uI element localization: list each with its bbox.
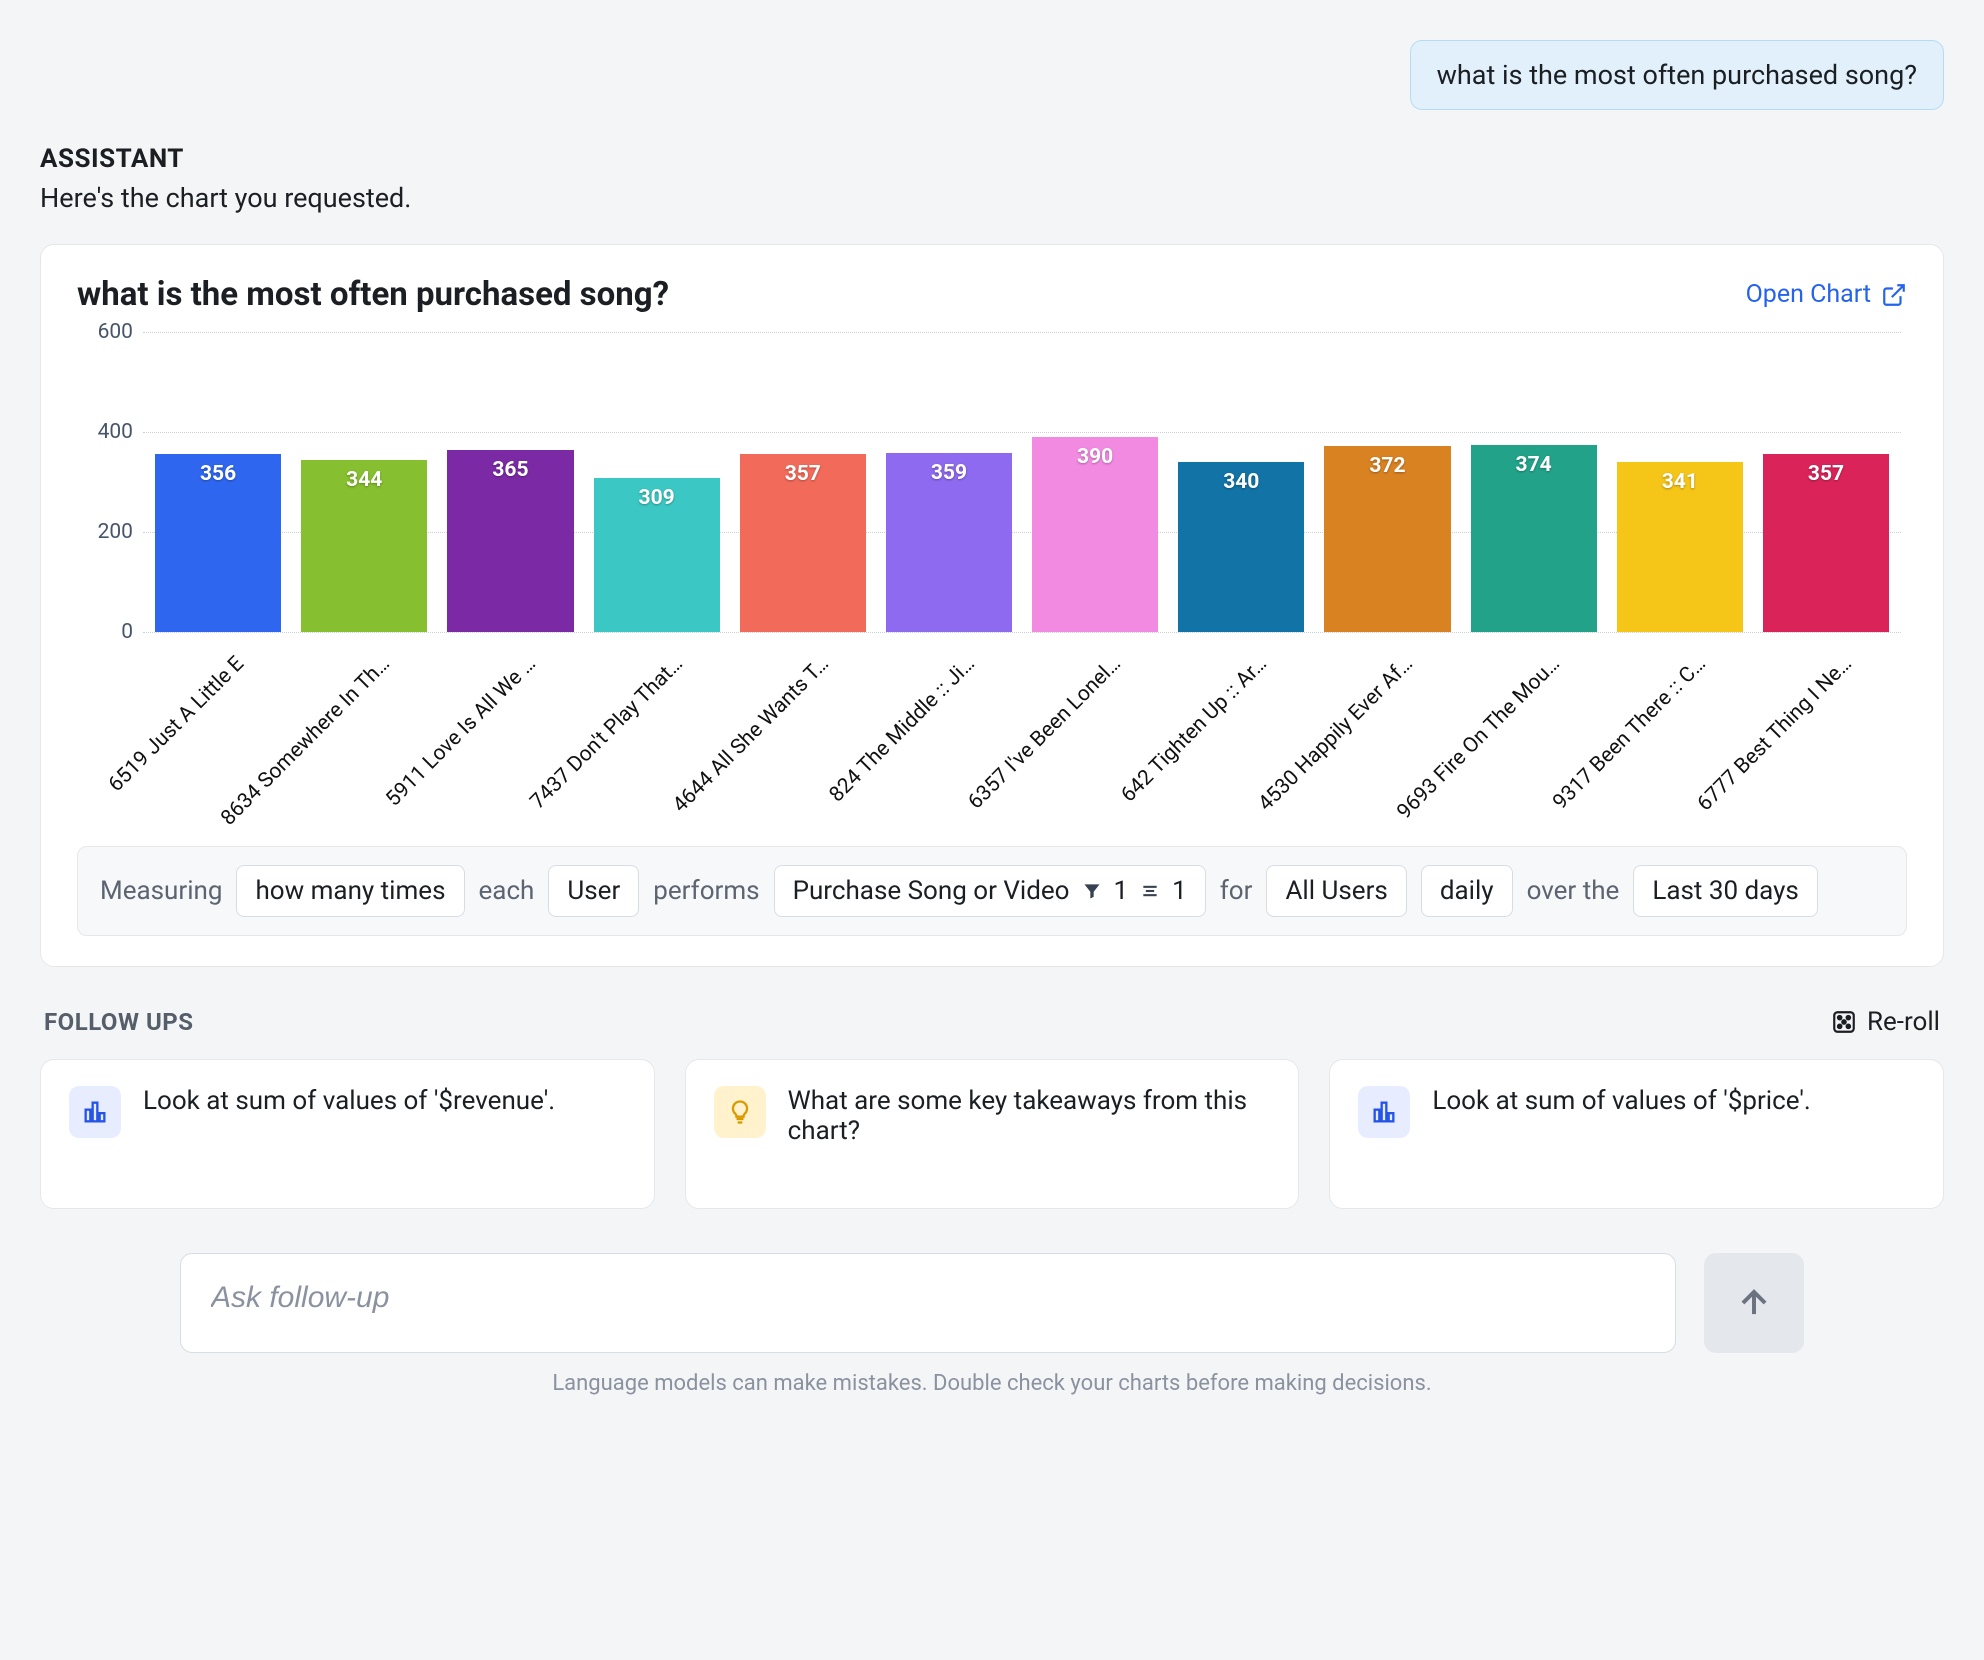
bar: 356 [155,454,281,632]
each-label: each [479,876,535,906]
followup-card[interactable]: What are some key takeaways from this ch… [685,1059,1300,1209]
bar-value-label: 344 [301,468,427,492]
followup-card[interactable]: Look at sum of values of '$price'. [1329,1059,1944,1209]
assistant-role-label: ASSISTANT [40,144,1944,174]
bar-value-label: 357 [740,462,866,486]
bar-column[interactable]: 374 [1471,332,1597,632]
chip-interval[interactable]: daily [1421,865,1513,917]
bar-chart-icon [69,1086,121,1138]
bar: 340 [1178,462,1304,632]
bar-column[interactable]: 365 [447,332,573,632]
chip-event-filter-count: 1 [1114,876,1129,906]
bar-column[interactable]: 356 [155,332,281,632]
bar-column[interactable]: 359 [886,332,1012,632]
chip-how-many-times[interactable]: how many times [236,865,464,917]
chip-event[interactable]: Purchase Song or Video 1 1 [774,865,1206,917]
chart-card: what is the most often purchased song? O… [40,244,1944,967]
bar: 344 [301,460,427,632]
reroll-label: Re-roll [1867,1007,1940,1037]
bar: 359 [886,453,1012,633]
followup-input[interactable] [211,1281,1645,1315]
bar-column[interactable]: 309 [594,332,720,632]
disclaimer-text: Language models can make mistakes. Doubl… [40,1371,1944,1396]
followup-input-container[interactable] [180,1253,1676,1353]
send-button[interactable] [1704,1253,1804,1353]
bar: 372 [1324,446,1450,632]
bar-column[interactable]: 357 [1763,332,1889,632]
bar-value-label: 309 [594,486,720,510]
bar-value-label: 374 [1471,453,1597,477]
bar-value-label: 359 [886,461,1012,485]
user-message: what is the most often purchased song? [1410,40,1944,110]
bar-value-label: 390 [1032,445,1158,469]
funnel-icon [1082,881,1102,901]
bar-value-label: 365 [447,458,573,482]
bar-column[interactable]: 341 [1617,332,1743,632]
bar-column[interactable]: 344 [301,332,427,632]
bar-column[interactable]: 372 [1324,332,1450,632]
followup-card[interactable]: Look at sum of values of '$revenue'. [40,1059,655,1209]
bar: 309 [594,478,720,633]
bar-value-label: 372 [1324,454,1450,478]
bar: 374 [1471,445,1597,632]
assistant-intro-text: Here's the chart you requested. [40,182,1944,214]
y-tick-label: 0 [121,620,133,644]
followup-text: Look at sum of values of '$revenue'. [143,1086,555,1116]
bar-column[interactable]: 340 [1178,332,1304,632]
bar-chart-icon [1358,1086,1410,1138]
bar: 357 [740,454,866,633]
lightbulb-icon [714,1086,766,1138]
chip-date-range[interactable]: Last 30 days [1633,865,1818,917]
y-tick-label: 600 [98,320,133,344]
chip-event-label: Purchase Song or Video [793,876,1070,906]
bar-column[interactable]: 357 [740,332,866,632]
open-chart-button[interactable]: Open Chart [1746,280,1907,309]
bar-value-label: 341 [1617,470,1743,494]
reroll-button[interactable]: Re-roll [1831,1007,1940,1037]
for-label: for [1220,876,1253,906]
chart-title: what is the most often purchased song? [77,275,669,314]
arrow-up-icon [1735,1284,1773,1322]
measuring-label: Measuring [100,876,222,906]
followup-text: What are some key takeaways from this ch… [788,1086,1271,1146]
performs-label: performs [653,876,759,906]
bar-value-label: 356 [155,462,281,486]
bar-column[interactable]: 390 [1032,332,1158,632]
bar: 357 [1763,454,1889,633]
y-tick-label: 400 [98,420,133,444]
followups-heading: FOLLOW UPS [44,1008,194,1036]
chip-user[interactable]: User [548,865,639,917]
y-tick-label: 200 [98,520,133,544]
chart-plot-area: 0200400600 35634436530935735939034037237… [77,332,1907,632]
open-chart-label: Open Chart [1746,280,1871,309]
bar: 365 [447,450,573,633]
dice-icon [1831,1009,1857,1035]
bar-value-label: 340 [1178,470,1304,494]
chip-event-group-count: 1 [1172,876,1187,906]
bar: 341 [1617,462,1743,633]
chip-segment[interactable]: All Users [1266,865,1406,917]
external-link-icon [1881,282,1907,308]
group-by-icon [1140,881,1160,901]
over-label: over the [1527,876,1620,906]
followup-text: Look at sum of values of '$price'. [1432,1086,1810,1116]
query-summary-bar: Measuring how many times each User perfo… [77,846,1907,936]
bar-value-label: 357 [1763,462,1889,486]
bar: 390 [1032,437,1158,632]
